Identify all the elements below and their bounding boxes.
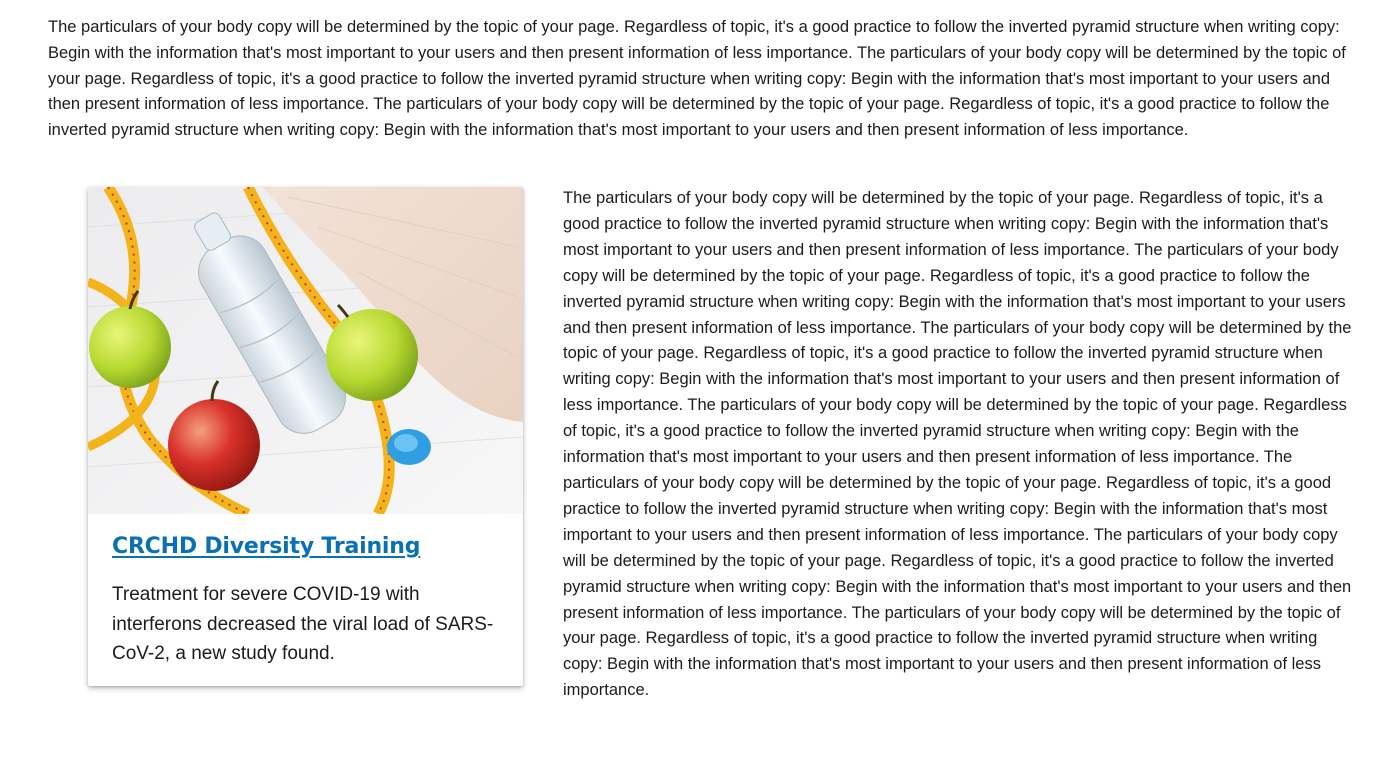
feature-card: CRCHD Diversity Training Treatment for s… — [88, 187, 523, 686]
page: The particulars of your body copy will b… — [0, 0, 1400, 768]
card-image — [88, 187, 523, 514]
intro-paragraph: The particulars of your body copy will b… — [48, 18, 1346, 140]
card-body: CRCHD Diversity Training Treatment for s… — [88, 514, 523, 669]
card-description: Treatment for severe COVID-19 with inter… — [112, 584, 494, 665]
card-title-link[interactable]: CRCHD Diversity Training — [112, 532, 499, 562]
body-paragraph: The particulars of your body copy will b… — [563, 189, 1352, 700]
